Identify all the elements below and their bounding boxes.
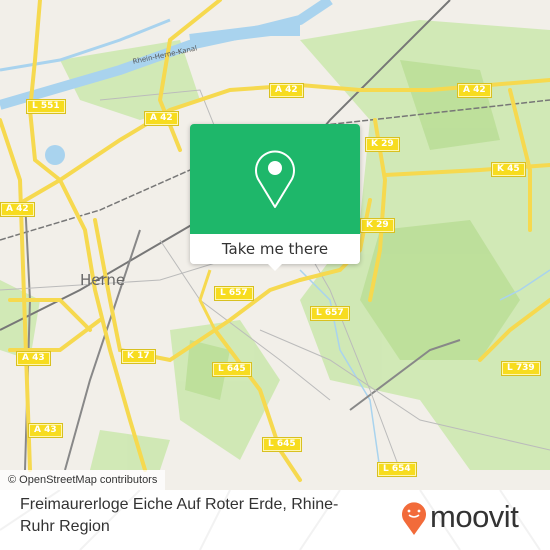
road-label-k45: K 45 (491, 162, 526, 177)
road-label-a42: A 42 (144, 111, 179, 126)
road-label-l657: L 657 (214, 286, 254, 301)
road-label-a42: A 42 (269, 83, 304, 98)
map-attribution[interactable]: © OpenStreetMap contributors (0, 470, 166, 490)
take-me-there-button[interactable]: Take me there (190, 234, 360, 264)
road-label-k17: K 17 (121, 349, 156, 364)
moovit-pin-icon (402, 502, 426, 535)
road-label-l739: L 739 (501, 361, 541, 376)
road-label-a43: A 43 (28, 423, 63, 438)
road-label-k29: K 29 (365, 137, 400, 152)
road-label-l645: L 645 (262, 437, 302, 452)
road-label-l645: L 645 (212, 362, 252, 377)
place-name: Freimaurerloge Eiche Auf Roter Erde, Rhi… (20, 496, 339, 535)
road-label-a42: A 42 (457, 83, 492, 98)
road-label-k29: K 29 (360, 218, 395, 233)
road-label-a43: A 43 (16, 351, 51, 366)
moovit-wordmark: moovit (430, 499, 519, 534)
moovit-logo[interactable]: moovit (400, 497, 540, 537)
road-label-l654: L 654 (377, 462, 417, 477)
location-popup: Take me there (190, 124, 360, 271)
city-label-herne: Herne (80, 271, 126, 289)
road-label-l657: L 657 (310, 306, 350, 321)
popup-header (190, 124, 360, 234)
map-view[interactable]: Rhein-Herne-Kanal Herne L 551 A 42 A 42 … (0, 0, 550, 490)
popup-pointer (268, 264, 282, 271)
map-pin-icon (255, 150, 295, 208)
road-label-l551: L 551 (26, 99, 66, 114)
road-label-a42: A 42 (0, 202, 35, 217)
